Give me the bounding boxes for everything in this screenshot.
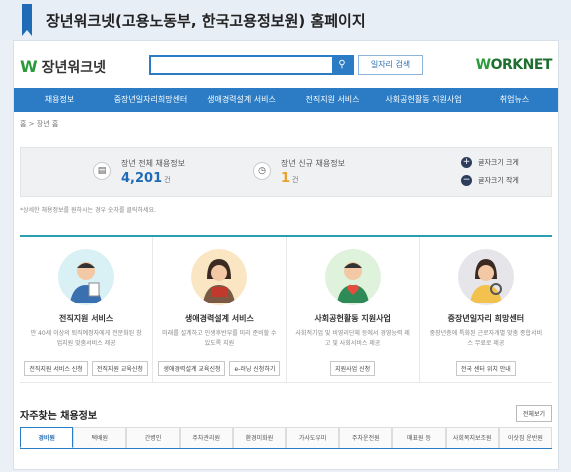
worknet-w-icon: W [20,57,38,76]
clock-icon: ◷ [253,162,271,180]
page-title: 장년워크넷(고용노동부, 한국고용정보원) 홈페이지 [46,12,366,30]
card-button[interactable]: 전직지원 교육신청 [91,361,148,376]
card-title: 생애경력설계 서비스 [184,314,254,323]
tab-mover[interactable]: 이삿짐 운반원 [498,427,553,448]
card-button[interactable]: 전직지원 서비스 신청 [24,361,88,376]
card-button[interactable]: 지원사업 신청 [330,361,376,376]
stat-new-label: 장년 신규 채용정보 [281,159,345,168]
frequent-jobs-title: 자주찾는 채용정보 [20,411,98,422]
card-button[interactable]: 전국 센터 위치 안내 [455,361,516,376]
site-logo-text: 장년워크넷 [41,60,107,76]
nav-item-hope-center[interactable]: 중장년일자리희망센터 [105,88,196,112]
font-increase-button[interactable]: + 글자크기 크게 [461,157,519,168]
woman-with-magnifier-icon [457,249,514,305]
nav-item-career-design[interactable]: 생애경력설계 서비스 [196,88,287,112]
site-logo[interactable]: W 장년워크넷 [20,57,106,77]
nav-item-news[interactable]: 취업뉴스 [469,88,558,112]
tab-parking-driver[interactable]: 주차운전원 [339,427,393,448]
tab-parking-manager[interactable]: 주차관리원 [179,427,233,448]
document-icon: ▤ [93,162,111,180]
man-with-heart-icon [324,249,381,305]
search-input[interactable] [151,59,331,76]
card-button[interactable]: e-러닝 신청하기 [229,361,281,376]
bookmark-icon [22,4,32,36]
service-cards: 전직지원 서비스 만 40세 이상의 퇴직예정자에게 전문화된 창업지원 맞춤서… [20,235,552,383]
view-all-button[interactable]: 전체보기 [515,405,552,422]
stat-total-label: 장년 전체 채용정보 [121,159,185,168]
breadcrumb: 홈 > 장년 홈 [20,120,59,128]
worknet-logo[interactable]: WORKNET [476,57,553,73]
card-description: 미래를 설계하고 인생후반부를 미리 준비할 수 있도록 지원 [162,330,277,347]
tab-courier[interactable]: 택배원 [73,427,127,448]
tab-sanitation-worker[interactable]: 환경미화원 [232,427,287,448]
card-title: 전직지원 서비스 [58,314,114,323]
card-description: 만 40세 이상의 퇴직예정자에게 전문화된 창업지원 맞춤서비스 제공 [30,330,142,347]
font-decrease-button[interactable]: − 글자크기 작게 [461,175,519,186]
woman-with-book-icon [191,249,248,305]
tab-caregiver[interactable]: 간병인 [126,427,180,448]
stats-note: *상세한 채용정보를 원하시는 경우 숫자를 클릭하세요. [20,207,156,214]
minus-icon: − [461,175,472,186]
job-tabs: 경비원 택배원 간병인 주차관리원 환경미화원 가사도우미 주차운전원 매표원 … [20,427,553,449]
card-description: 중장년층에 특화된 근로자개별 맞춤 종합서비스 무료로 제공 [429,330,543,347]
service-card: 전직지원 서비스 만 40세 이상의 퇴직예정자에게 전문화된 창업지원 맞춤서… [20,237,154,383]
article-header: 장년워크넷(고용노동부, 한국고용정보원) 홈페이지 [0,0,571,40]
main-nav: 채용정보 중장년일자리희망센터 생애경력설계 서비스 전직지원 서비스 사회공헌… [14,88,558,112]
nav-item-reemployment[interactable]: 전직지원 서비스 [287,88,378,112]
tab-housekeeper[interactable]: 가사도우미 [286,427,340,448]
stat-total-value[interactable]: 4,201 건 [121,171,171,186]
search-box: ⚲ [149,55,354,76]
card-description: 사회적기업 및 비영리단체 등에서 경영능력 제고 및 사회서비스 제공 [295,330,410,347]
nav-item-social-contribution[interactable]: 사회공헌활동 지원사업 [378,88,469,112]
card-title: 중장년일자리 희망센터 [447,314,525,323]
service-card: 사회공헌활동 지원사업 사회적기업 및 비영리단체 등에서 경영능력 제고 및 … [286,237,420,383]
man-with-clipboard-icon [58,249,115,305]
tab-security-guard[interactable]: 경비원 [20,427,74,448]
card-title: 사회공헌활동 지원사업 [314,314,391,323]
website-screenshot: W 장년워크넷 ⚲ 일자리 검색 WORKNET 채용정보 중장년일자리희망센터 … [13,40,559,470]
service-card: 생애경력설계 서비스 미래를 설계하고 인생후반부를 미리 준비할 수 있도록 … [153,237,287,383]
tab-ticket-seller[interactable]: 매표원 등 [392,427,446,448]
tab-social-welfare-assistant[interactable]: 사회복지보조원 [445,427,499,448]
service-card: 중장년일자리 희망센터 중장년층에 특화된 근로자개별 맞춤 종합서비스 무료로… [419,237,552,383]
nav-item-jobs[interactable]: 채용정보 [14,88,105,112]
stats-panel: ▤ 장년 전체 채용정보 4,201 건 ◷ 장년 신규 채용정보 1건 + 글자크… [20,147,552,197]
plus-icon: + [461,157,472,168]
stat-new-value[interactable]: 1건 [281,171,299,186]
job-search-button[interactable]: 일자리 검색 [358,55,423,75]
card-button[interactable]: 생애경력설계 교육신청 [158,361,226,376]
search-icon[interactable]: ⚲ [332,57,352,73]
